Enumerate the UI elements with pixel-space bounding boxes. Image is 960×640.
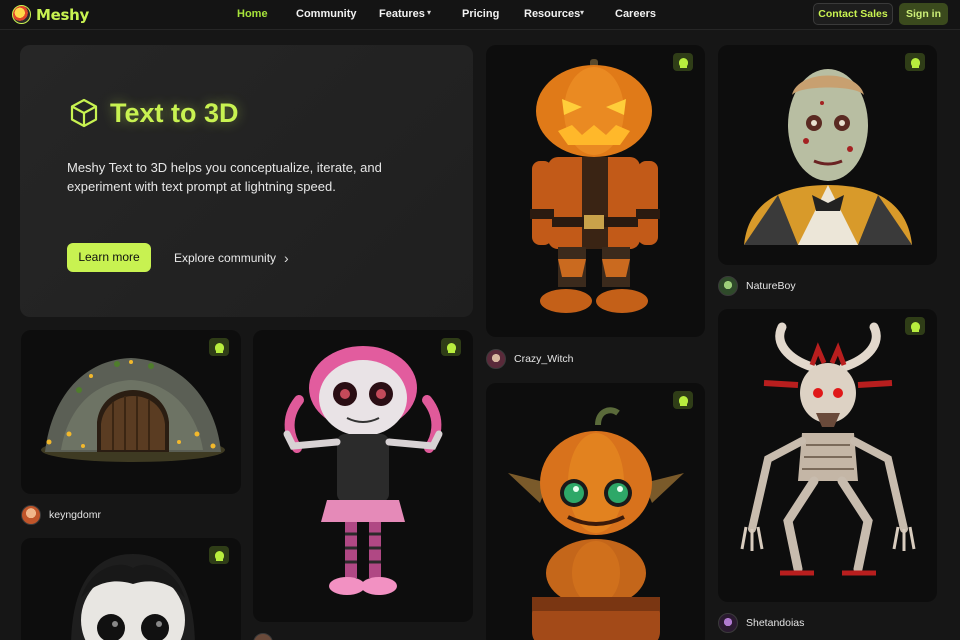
meshy-logo-icon: [12, 5, 31, 24]
model-badge-icon: [905, 53, 925, 71]
card-author[interactable]: NatureBoy: [718, 276, 796, 296]
brand-logo[interactable]: Meshy: [12, 5, 89, 24]
author-name: NatureBoy: [746, 280, 796, 292]
hero-title-row: Text to 3D: [68, 97, 239, 129]
avatar: [486, 349, 506, 369]
hero-description: Meshy Text to 3D helps you conceptualize…: [67, 160, 382, 194]
model-card[interactable]: [21, 538, 241, 640]
cave-entrance-model: [41, 358, 225, 462]
author-name: Crazy_Witch: [514, 353, 574, 365]
pumpkin-head-pirate-model: [530, 59, 660, 313]
vampire-face-model: [71, 554, 195, 640]
hero-title: Text to 3D: [110, 97, 239, 128]
chevron-down-icon: ▾: [580, 8, 585, 17]
model-card[interactable]: [253, 330, 473, 622]
card-author[interactable]: keyngdomr: [21, 505, 101, 525]
chevron-right-icon: ›: [284, 250, 289, 266]
model-badge-icon: [209, 546, 229, 564]
model-card[interactable]: [718, 45, 937, 265]
hero-panel: Text to 3D Meshy Text to 3D helps you co…: [20, 45, 473, 317]
chevron-down-icon: ▾: [427, 8, 432, 17]
brand-name: Meshy: [36, 5, 89, 24]
learn-more-button[interactable]: Learn more: [67, 243, 151, 272]
avatar: [21, 505, 41, 525]
nav-community[interactable]: Community: [296, 8, 357, 20]
zombie-doll-girl-model: [283, 346, 443, 595]
model-card[interactable]: [486, 45, 705, 337]
author-name: Shetandoias: [746, 617, 805, 629]
model-badge-icon: [673, 53, 693, 71]
nav-resources[interactable]: Resources: [524, 8, 580, 20]
model-card[interactable]: [718, 309, 937, 602]
avatar: [718, 613, 738, 633]
top-navbar: Meshy Home Community Features ▾ Pricing …: [0, 0, 960, 30]
model-card[interactable]: [21, 330, 241, 494]
model-badge-icon: [905, 317, 925, 335]
skeletal-demon-model: [740, 322, 916, 576]
model-card[interactable]: [486, 383, 705, 640]
card-author[interactable]: Shetandoias: [718, 613, 804, 633]
contact-sales-button[interactable]: Contact Sales: [813, 3, 893, 25]
explore-community-label: Explore community: [174, 251, 277, 265]
cube-icon: [70, 98, 98, 128]
nav-features[interactable]: Features: [379, 8, 425, 20]
explore-community-link[interactable]: Explore community ›: [174, 250, 289, 266]
nav-careers[interactable]: Careers: [615, 8, 656, 20]
nav-home[interactable]: Home: [237, 8, 268, 20]
model-badge-icon: [673, 391, 693, 409]
model-badge-icon: [441, 338, 461, 356]
nav-pricing[interactable]: Pricing: [462, 8, 499, 20]
author-name: keyngdomr: [49, 509, 101, 521]
model-badge-icon: [209, 338, 229, 356]
avatar: [718, 276, 738, 296]
card-author[interactable]: Crazy_Witch: [486, 349, 574, 369]
zombie-old-man-bust-model: [744, 69, 912, 245]
pumpkin-goblin-model: [508, 407, 684, 640]
avatar[interactable]: [253, 633, 273, 640]
sign-in-button[interactable]: Sign in: [899, 3, 948, 25]
